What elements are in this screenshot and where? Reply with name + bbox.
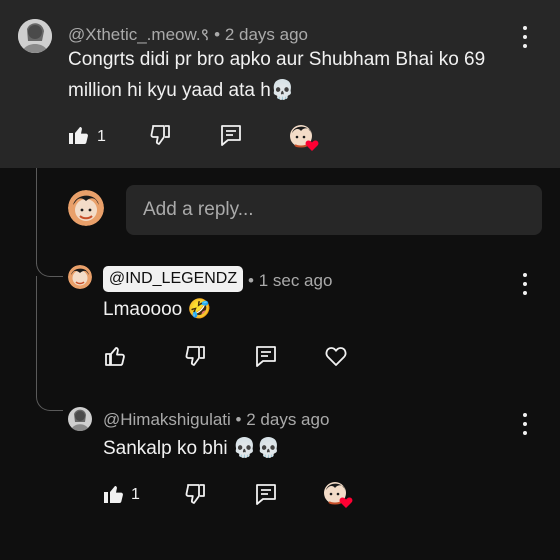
meta-separator: • bbox=[235, 410, 242, 429]
dislike-button[interactable] bbox=[180, 479, 210, 509]
creator-heart-badge bbox=[289, 124, 319, 152]
comment-text: Sankalp ko bhi 💀💀 bbox=[103, 438, 281, 459]
reply-icon bbox=[221, 125, 241, 146]
like-button[interactable] bbox=[64, 120, 94, 150]
thumbs-down-icon bbox=[185, 346, 205, 366]
comment-text: Congrts didi pr bro apko aur Shubham Bha… bbox=[68, 49, 486, 101]
thumbs-up-filled-icon bbox=[104, 486, 123, 503]
thread-connector bbox=[36, 248, 63, 277]
creator-heart-badge bbox=[323, 481, 353, 509]
heart-outline-icon bbox=[325, 347, 347, 366]
more-options-button[interactable] bbox=[521, 413, 529, 435]
author-name[interactable]: @IND_LEGENDZ bbox=[103, 266, 243, 292]
like-count: 1 bbox=[131, 486, 140, 503]
comment-time[interactable]: 2 days ago bbox=[225, 25, 308, 44]
avatar[interactable] bbox=[18, 19, 52, 53]
comment-time[interactable]: 2 days ago bbox=[246, 410, 329, 429]
thumbs-up-filled-icon bbox=[69, 127, 88, 144]
comment-text: Lmaoooo 🤣 bbox=[103, 299, 212, 320]
thumbs-down-icon bbox=[150, 125, 170, 145]
reply-button[interactable] bbox=[216, 120, 246, 150]
like-button[interactable] bbox=[100, 341, 130, 371]
reply-button[interactable] bbox=[251, 341, 281, 371]
reply-button[interactable] bbox=[251, 479, 281, 509]
thumbs-up-icon bbox=[105, 347, 125, 366]
dislike-button[interactable] bbox=[145, 120, 175, 150]
comment-time[interactable]: 1 sec ago bbox=[259, 271, 333, 290]
more-vert-icon bbox=[523, 26, 527, 30]
thread-line bbox=[36, 276, 37, 386]
thumbs-down-icon bbox=[185, 484, 205, 504]
dislike-button[interactable] bbox=[180, 341, 210, 371]
thread-connector bbox=[36, 386, 63, 411]
more-options-button[interactable] bbox=[521, 273, 529, 295]
heart-button[interactable] bbox=[321, 341, 351, 371]
more-vert-icon bbox=[523, 413, 527, 417]
heart-icon bbox=[339, 497, 353, 508]
parent-comment: @Xthetic_.meow.९ • 2 days ago Congrts di… bbox=[0, 0, 560, 168]
author-name[interactable]: @Xthetic_.meow.९ bbox=[68, 25, 209, 44]
author-name[interactable]: @Himakshigulati bbox=[103, 410, 231, 429]
like-button[interactable] bbox=[99, 479, 129, 509]
meta-separator: • bbox=[214, 25, 221, 44]
current-user-avatar bbox=[68, 190, 104, 226]
comment-meta: @Himakshigulati • 2 days ago bbox=[103, 410, 329, 430]
comment-meta: @Xthetic_.meow.९ • 2 days ago bbox=[68, 22, 308, 45]
avatar[interactable] bbox=[68, 407, 92, 431]
reply-icon bbox=[256, 346, 276, 367]
reply-icon bbox=[256, 484, 276, 505]
heart-icon bbox=[305, 140, 319, 151]
meta-separator: • bbox=[248, 271, 254, 290]
like-count: 1 bbox=[97, 128, 106, 145]
reply-input[interactable]: Add a reply... bbox=[126, 185, 542, 235]
avatar[interactable] bbox=[68, 265, 92, 289]
comment-meta: • 1 sec ago bbox=[248, 271, 332, 291]
more-vert-icon bbox=[523, 273, 527, 277]
